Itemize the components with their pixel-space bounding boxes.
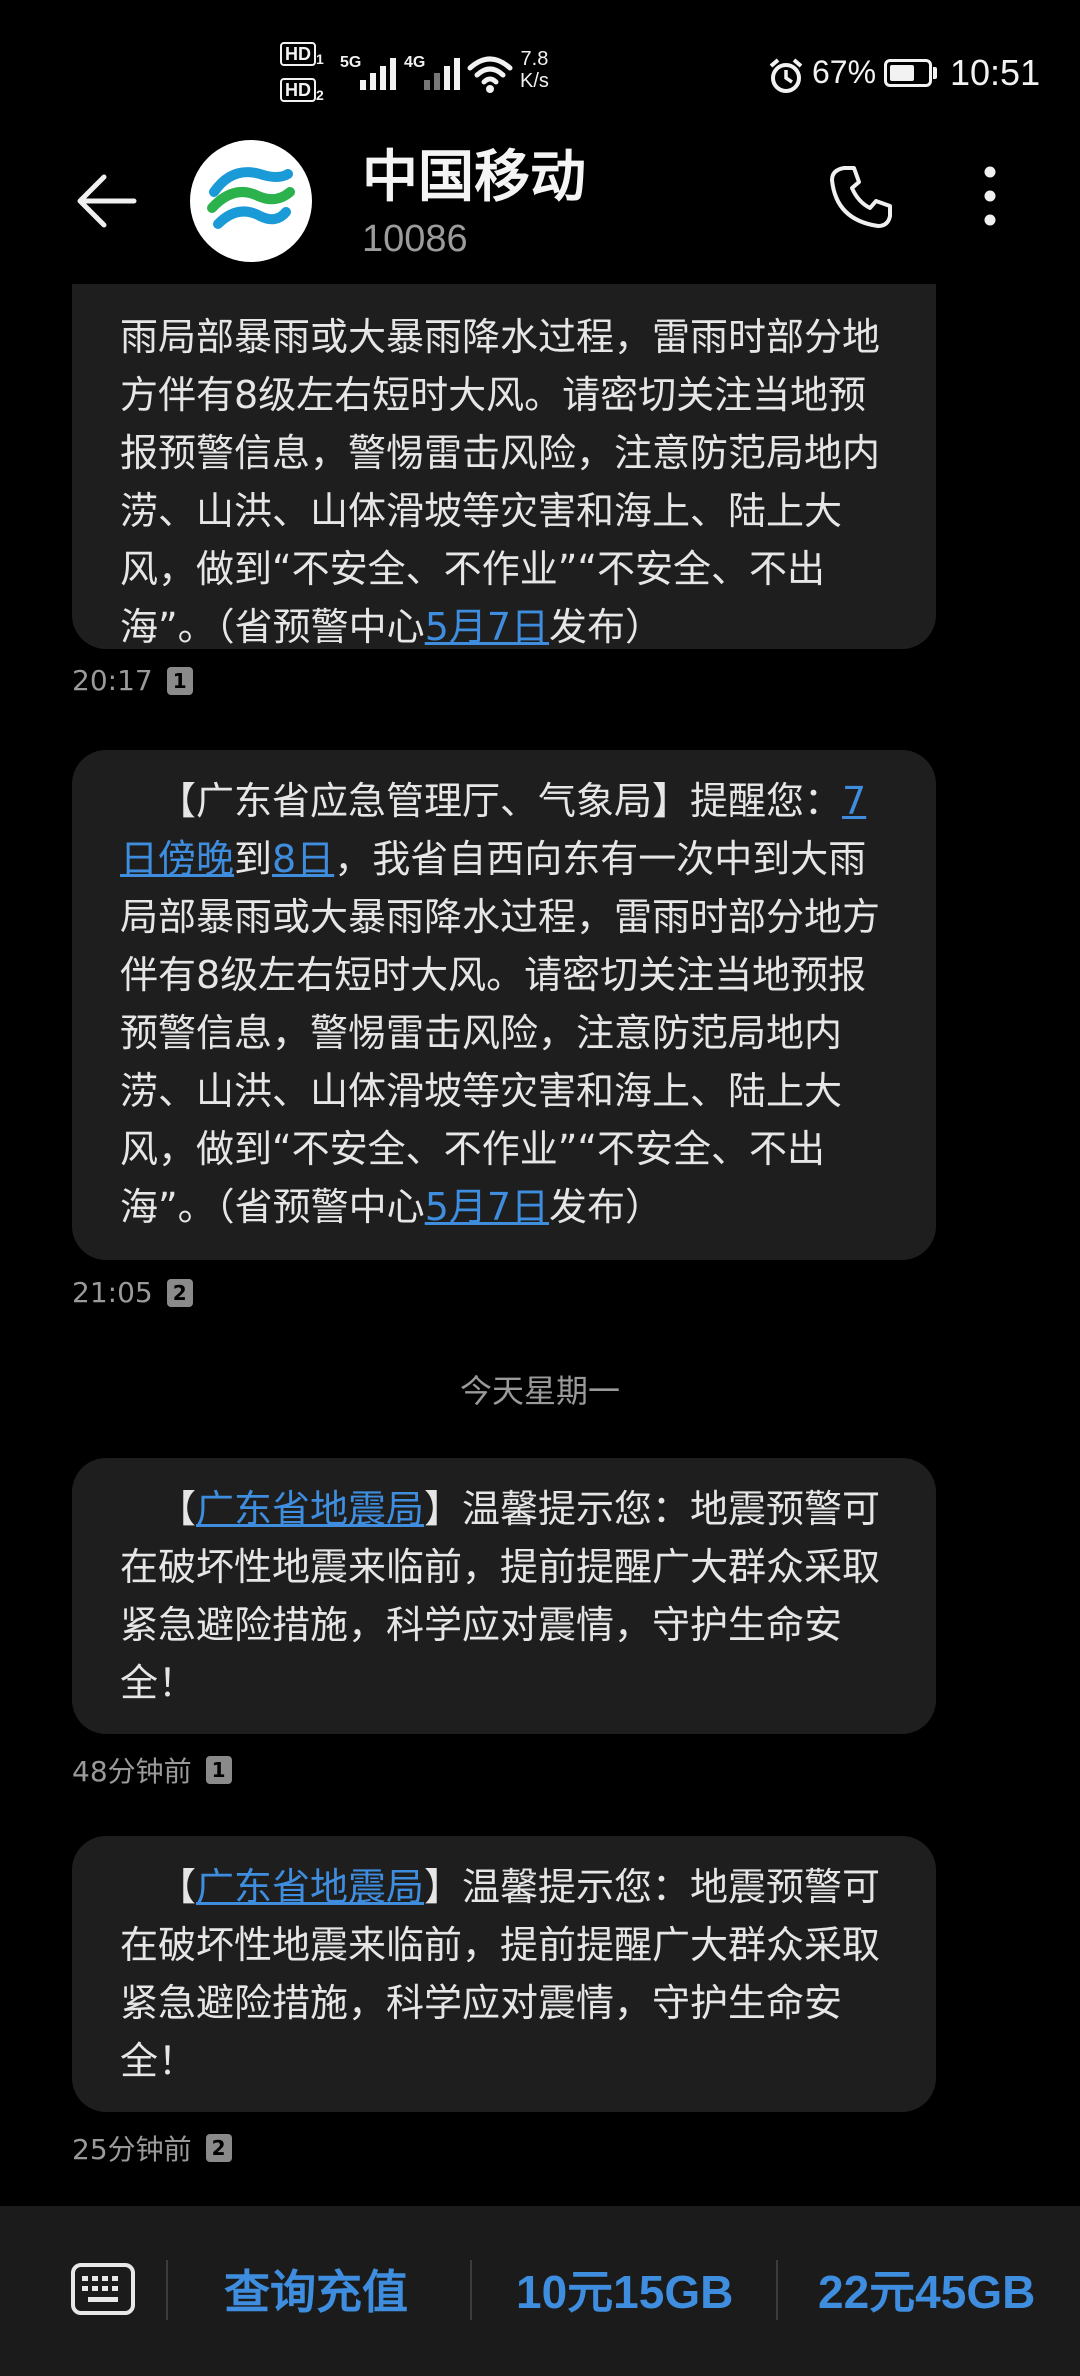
message-text-segment: 【广东省应急管理厅、气象局】提醒您：: [158, 779, 843, 823]
message-text-segment: 【: [158, 1487, 197, 1531]
message-text-segment: 发布）: [549, 1185, 664, 1229]
signal-icon-1: [360, 56, 396, 90]
status-bar: HD 1 HD 2 5G 4G 7.8 K/s 67% 10:51: [0, 0, 1080, 140]
message-text-segment: 发布）: [549, 605, 664, 649]
battery-icon: [884, 59, 932, 87]
message-link[interactable]: 5月7日: [425, 605, 549, 649]
back-arrow-icon[interactable]: [72, 166, 142, 236]
message-time: 48分钟前: [72, 1755, 192, 1788]
quick-reply-plan-45gb[interactable]: 22元45GB: [818, 2244, 1035, 2340]
network-4g-label: 4G: [404, 54, 426, 71]
message-text: 雨局部暴雨或大暴雨降水过程，雷雨时部分地方伴有8级左右短时大风。请密切关注当地预…: [120, 284, 888, 656]
quick-reply-bar: 查询充值 10元15GB 22元45GB: [0, 2206, 1080, 2376]
day-separator: 今天星期一: [459, 1372, 620, 1410]
message-meta: 20:17 1: [72, 664, 193, 697]
divider: [166, 2260, 168, 2320]
quick-reply-recharge[interactable]: 查询充值: [224, 2244, 408, 2340]
battery-tip: [933, 67, 937, 79]
message-text-hidden-above: [120, 284, 888, 308]
message-bubble[interactable]: 【广东省地震局】温馨提示您：地震预警可在破坏性地震来临前，提前提醒广大群众采取紧…: [72, 1458, 936, 1734]
sim-badge: 1: [205, 1756, 232, 1784]
wifi-icon: [467, 56, 513, 93]
message-text-segment: 到: [234, 837, 273, 881]
message-meta: 21:05 2: [72, 1276, 193, 1309]
message-bubble[interactable]: 【广东省地震局】温馨提示您：地震预警可在破坏性地震来临前，提前提醒广大群众采取紧…: [72, 1836, 936, 2112]
divider: [470, 2260, 472, 2320]
quick-reply-plan-15gb[interactable]: 10元15GB: [516, 2244, 733, 2340]
message-meta: 25分钟前 2: [72, 2128, 232, 2168]
contact-name: 中国移动: [362, 145, 586, 210]
hd-badge-2: HD 2: [280, 78, 324, 103]
signal-icon-2: [424, 56, 460, 90]
network-5g-label: 5G: [340, 54, 362, 71]
network-speed: 7.8 K/s: [520, 48, 549, 92]
contact-number: 10086: [362, 218, 468, 260]
more-vertical-icon[interactable]: [968, 160, 1012, 232]
message-text: 【广东省应急管理厅、气象局】提醒您：7日傍晚到8日，我省自西向东有一次中到大雨局…: [120, 772, 888, 1236]
message-list[interactable]: 雨局部暴雨或大暴雨降水过程，雷雨时部分地方伴有8级左右短时大风。请密切关注当地预…: [0, 284, 1080, 2204]
message-time: 20:17: [72, 664, 153, 697]
message-text: 【广东省地震局】温馨提示您：地震预警可在破坏性地震来临前，提前提醒广大群众采取紧…: [120, 1480, 888, 1712]
message-time: 21:05: [72, 1276, 153, 1309]
message-link[interactable]: 8日: [272, 837, 334, 881]
message-time: 25分钟前: [72, 2133, 192, 2166]
message-link[interactable]: 广东省地震局: [196, 1487, 424, 1531]
battery-percent: 67%: [812, 54, 877, 90]
message-text: 【广东省地震局】温馨提示您：地震预警可在破坏性地震来临前，提前提醒广大群众采取紧…: [120, 1858, 888, 2090]
avatar[interactable]: [190, 140, 312, 262]
sim-badge: 2: [205, 2134, 232, 2162]
clock: 10:51: [950, 52, 1041, 93]
conversation-header: 中国移动 10086: [0, 140, 1080, 280]
divider: [776, 2260, 778, 2320]
sim-badge: 1: [166, 666, 193, 695]
hd-badge-1: HD 1: [280, 42, 324, 67]
china-mobile-logo: [207, 157, 295, 245]
sim-badge: 2: [166, 1278, 193, 1307]
message-text-segment: ，我省自西向东有一次中到大雨局部暴雨或大暴雨降水过程，雷雨时部分地方伴有8级左右…: [120, 837, 881, 1229]
message-bubble[interactable]: 雨局部暴雨或大暴雨降水过程，雷雨时部分地方伴有8级左右短时大风。请密切关注当地预…: [72, 284, 936, 649]
message-link[interactable]: 广东省地震局: [196, 1865, 424, 1909]
message-text-segment: 雨局部暴雨或大暴雨降水过程，雷雨时部分地方伴有8级左右短时大风。请密切关注当地预…: [120, 315, 881, 649]
message-bubble[interactable]: 【广东省应急管理厅、气象局】提醒您：7日傍晚到8日，我省自西向东有一次中到大雨局…: [72, 750, 936, 1260]
message-link[interactable]: 5月7日: [425, 1185, 549, 1229]
message-text-segment: 【: [158, 1865, 197, 1909]
keyboard-icon[interactable]: [70, 2262, 136, 2316]
message-meta: 48分钟前 1: [72, 1750, 232, 1790]
phone-icon[interactable]: [826, 160, 898, 232]
alarm-icon: [769, 58, 803, 93]
